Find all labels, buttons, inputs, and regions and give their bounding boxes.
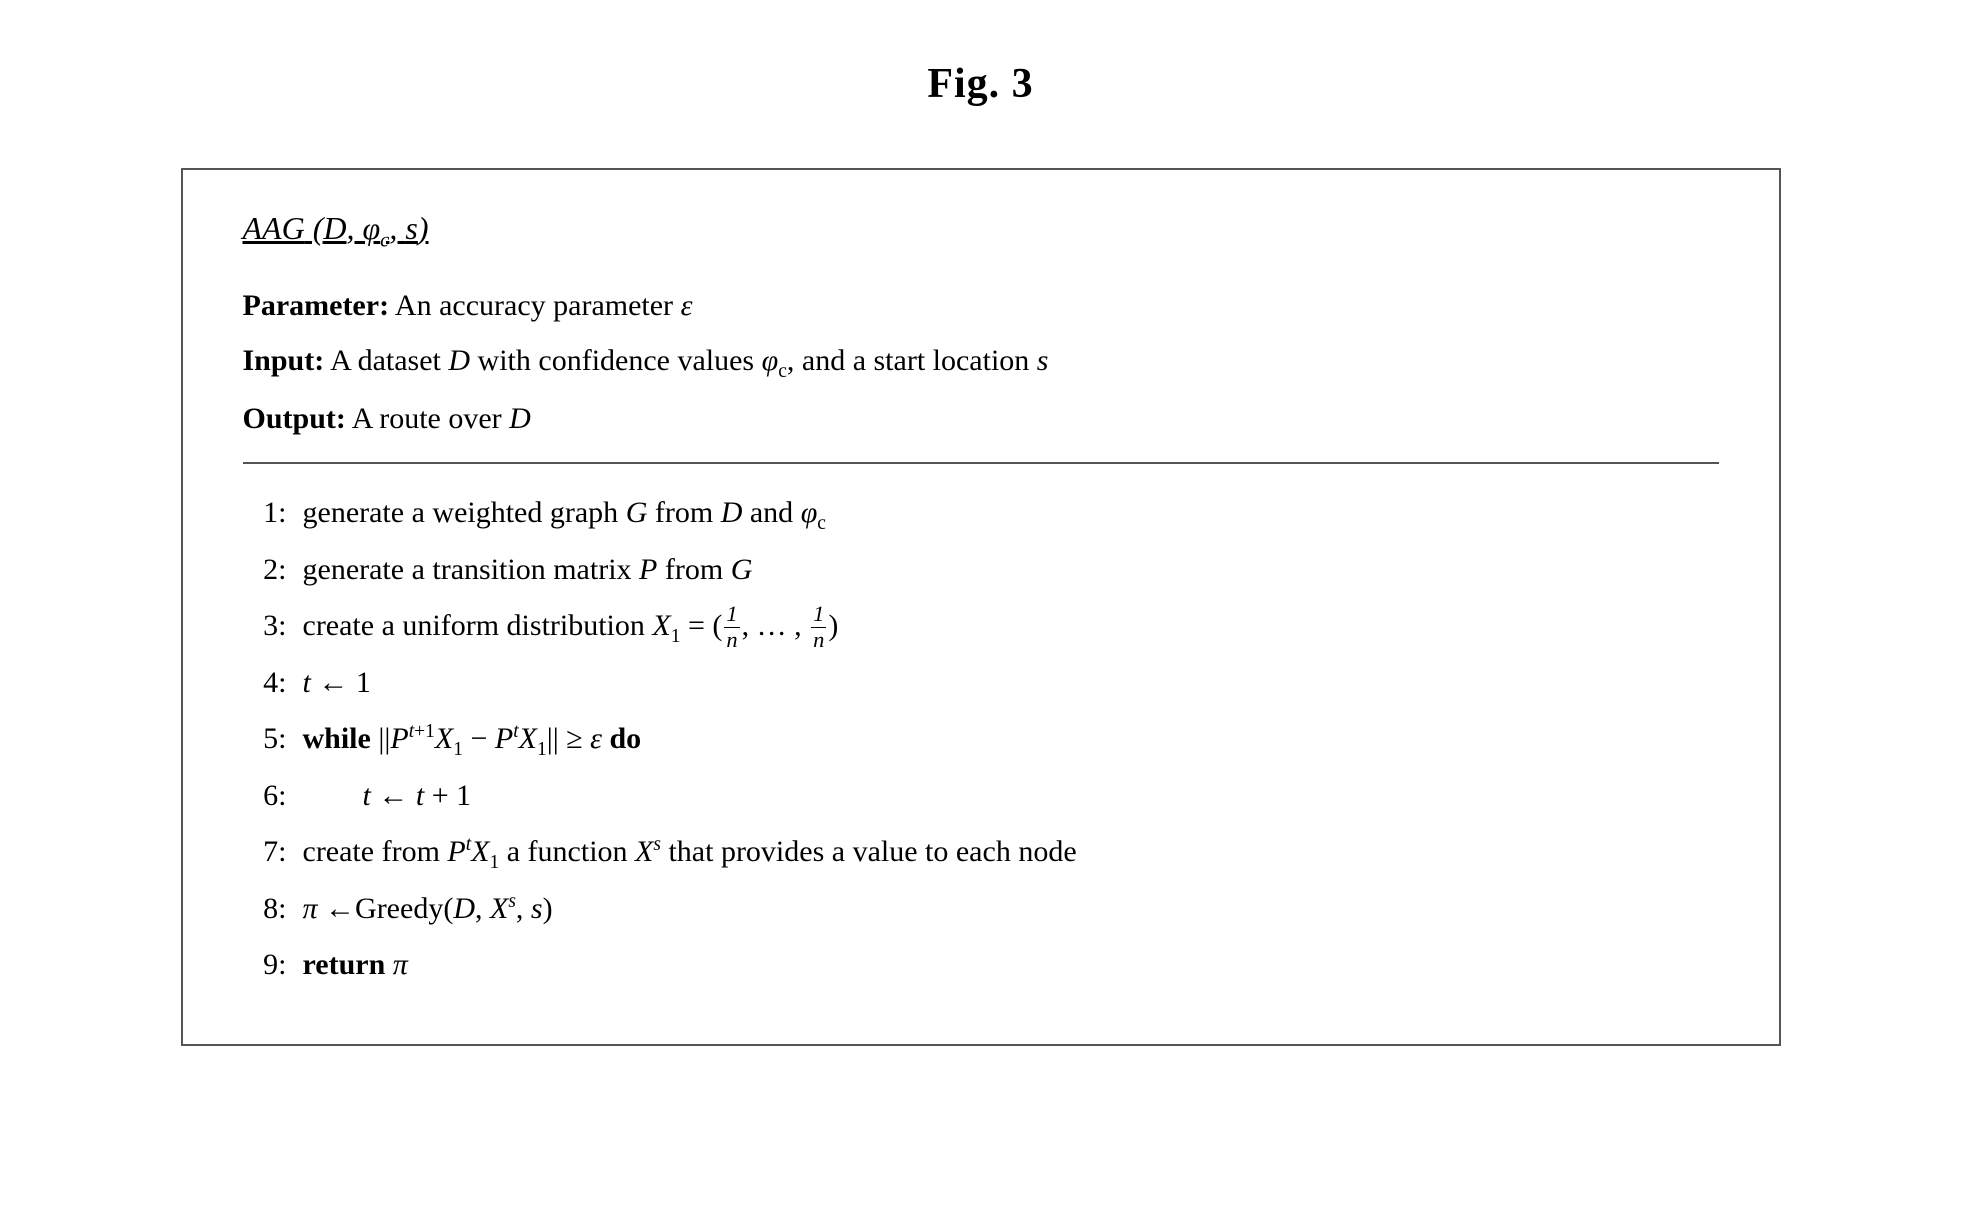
section-divider [243, 462, 1719, 464]
step-4: 4: t ← 1 [243, 656, 1719, 710]
step-9: 9: return π [243, 938, 1719, 992]
step-5: 5: while ||Pt+1X1 − PtX1|| ≥ ε do [243, 712, 1719, 767]
output-line: Output: A route over D [243, 393, 1719, 444]
step-3-content: create a uniform distribution X1 = (1n, … [303, 599, 1719, 654]
page-title: Fig. 3 [927, 60, 1033, 108]
step-7-content: create from PtX1 a function Xs that prov… [303, 825, 1719, 880]
step-3: 3: create a uniform distribution X1 = (1… [243, 599, 1719, 654]
step-8-num: 8: [243, 882, 303, 936]
step-9-content: return π [303, 938, 1719, 992]
step-4-num: 4: [243, 656, 303, 710]
step-6: 6: t ← t + 1 [243, 769, 1719, 823]
step-5-content: while ||Pt+1X1 − PtX1|| ≥ ε do [303, 712, 1719, 767]
step-2: 2: generate a transition matrix P from G [243, 543, 1719, 597]
step-8-content: π ←Greedy(D, Xs, s) [303, 882, 1719, 936]
step-3-num: 3: [243, 599, 303, 653]
algorithm-header: AAG (D, φc, s) [243, 210, 1719, 252]
step-6-num: 6: [243, 769, 303, 823]
step-2-content: generate a transition matrix P from G [303, 543, 1719, 597]
input-line: Input: A dataset D with confidence value… [243, 335, 1719, 388]
step-1-num: 1: [243, 486, 303, 540]
parameter-line: Parameter: An accuracy parameter ε [243, 280, 1719, 331]
step-1-content: generate a weighted graph G from D and φ… [303, 486, 1719, 541]
step-6-content: t ← t + 1 [303, 769, 1719, 823]
step-7-num: 7: [243, 825, 303, 879]
algorithm-steps: 1: generate a weighted graph G from D an… [243, 486, 1719, 992]
step-7: 7: create from PtX1 a function Xs that p… [243, 825, 1719, 880]
step-4-content: t ← 1 [303, 656, 1719, 710]
step-1: 1: generate a weighted graph G from D an… [243, 486, 1719, 541]
step-5-num: 5: [243, 712, 303, 766]
step-9-num: 9: [243, 938, 303, 992]
step-8: 8: π ←Greedy(D, Xs, s) [243, 882, 1719, 936]
step-2-num: 2: [243, 543, 303, 597]
algorithm-box: AAG (D, φc, s) Parameter: An accuracy pa… [181, 168, 1781, 1046]
